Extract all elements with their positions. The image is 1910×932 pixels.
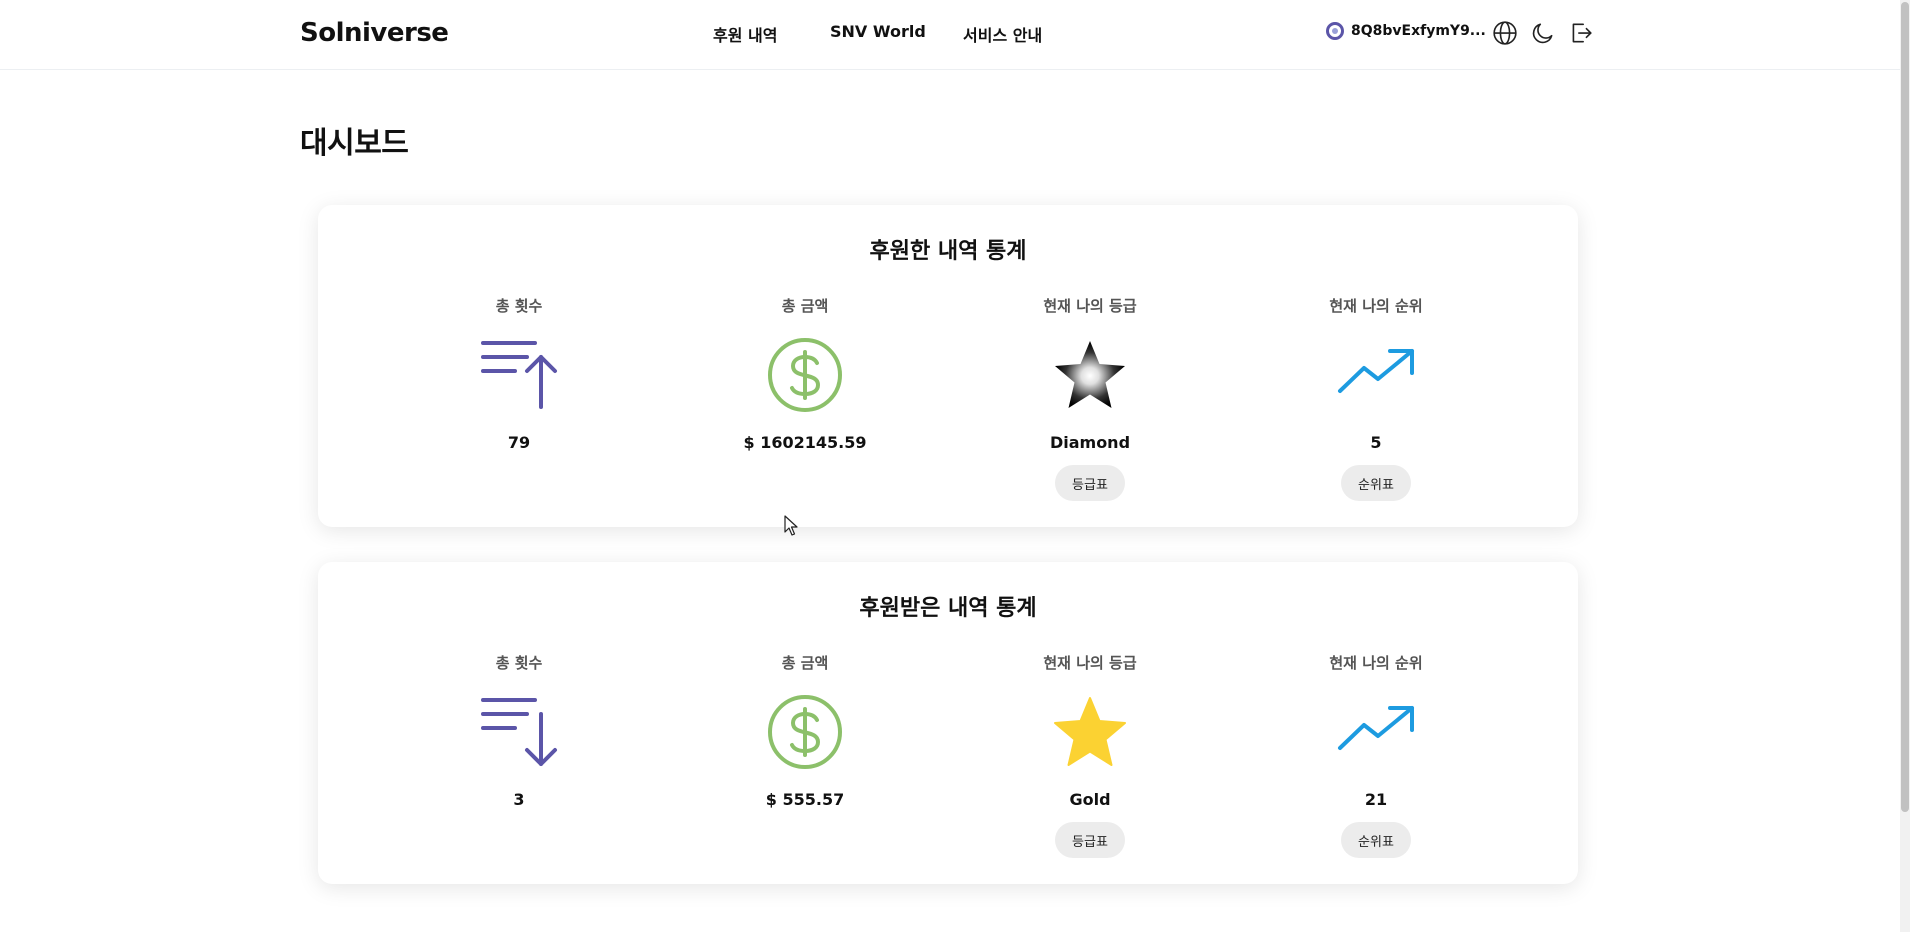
stat-label: 현재 나의 등급 <box>1043 654 1137 672</box>
trending-up-icon <box>1336 692 1416 772</box>
stat-value: 79 <box>507 433 531 452</box>
stat-value: Diamond <box>1049 433 1131 452</box>
diamond-star-icon <box>1050 335 1130 415</box>
stat-value: $ 555.57 <box>765 790 845 809</box>
dollar-circle-icon <box>765 692 845 772</box>
stat-total-count: 총 횟수 3 <box>419 562 619 884</box>
dollar-circle-icon <box>765 335 845 415</box>
stat-value: 21 <box>1364 790 1388 809</box>
sent-stats-card: 후원한 내역 통계 총 횟수 79 총 금액 $ 1602145.59 현재 나… <box>318 205 1578 527</box>
page-scrollbar[interactable] <box>1900 0 1910 932</box>
stat-value: $ 1602145.59 <box>743 433 867 452</box>
stat-label: 총 횟수 <box>495 654 543 672</box>
stat-rank: 현재 나의 순위 5 순위표 <box>1276 205 1476 527</box>
stat-grade: 현재 나의 등급 Gold 등급표 <box>990 562 1190 884</box>
nav-item-snv-world[interactable]: SNV World <box>830 22 926 41</box>
nav-item-service-guide[interactable]: 서비스 안내 <box>963 22 1042 46</box>
trending-up-icon <box>1336 335 1416 415</box>
stat-label: 총 횟수 <box>495 297 543 315</box>
stat-value: Gold <box>1069 790 1111 809</box>
stat-grade: 현재 나의 등급 Diamond 등급표 <box>990 205 1190 527</box>
stat-label: 현재 나의 등급 <box>1043 297 1137 315</box>
wallet-icon <box>1326 22 1344 40</box>
received-stats-card: 후원받은 내역 통계 총 횟수 3 총 금액 $ 555.57 현재 나의 등급 <box>318 562 1578 884</box>
stat-total-count: 총 횟수 79 <box>419 205 619 527</box>
logout-icon[interactable] <box>1568 20 1594 46</box>
sort-up-icon <box>479 335 559 415</box>
rank-table-button[interactable]: 순위표 <box>1341 822 1411 858</box>
wallet-button[interactable]: 8Q8bvExfymY9... <box>1326 22 1486 40</box>
stat-total-amount: 총 금액 $ 555.57 <box>705 562 905 884</box>
globe-icon[interactable] <box>1492 20 1518 46</box>
stat-total-amount: 총 금액 $ 1602145.59 <box>705 205 905 527</box>
stat-label: 총 금액 <box>781 297 829 315</box>
sort-down-icon <box>479 692 559 772</box>
stat-value: 5 <box>1370 433 1382 452</box>
scrollbar-thumb[interactable] <box>1901 2 1909 812</box>
wallet-address: 8Q8bvExfymY9... <box>1351 23 1486 39</box>
stat-label: 현재 나의 순위 <box>1329 297 1423 315</box>
nav-item-donation-history[interactable]: 후원 내역 <box>713 22 777 46</box>
moon-icon[interactable] <box>1530 20 1556 46</box>
rank-table-button[interactable]: 순위표 <box>1341 465 1411 501</box>
page-title: 대시보드 <box>300 126 409 161</box>
top-header: Solniverse 후원 내역 SNV World 서비스 안내 8Q8bvE… <box>0 0 1900 70</box>
grade-table-button[interactable]: 등급표 <box>1055 822 1125 858</box>
mouse-cursor-icon <box>784 515 800 537</box>
stat-label: 현재 나의 순위 <box>1329 654 1423 672</box>
gold-star-icon <box>1050 692 1130 772</box>
stat-label: 총 금액 <box>781 654 829 672</box>
stat-value: 3 <box>513 790 525 809</box>
grade-table-button[interactable]: 등급표 <box>1055 465 1125 501</box>
stat-rank: 현재 나의 순위 21 순위표 <box>1276 562 1476 884</box>
logo[interactable]: Solniverse <box>300 18 449 48</box>
